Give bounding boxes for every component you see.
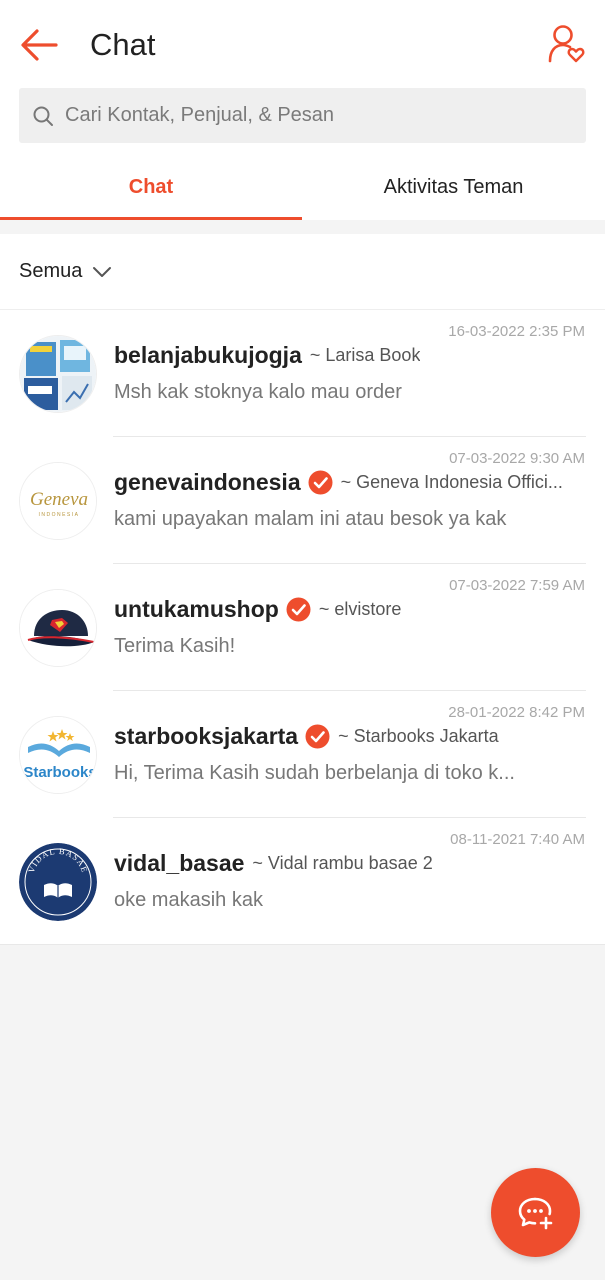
chat-name: vidal_basae (114, 850, 245, 876)
verified-badge-icon (308, 470, 333, 495)
chat-name-line: untukamushop ~ elvistore (114, 596, 586, 623)
geneva-logo-avatar: Geneva INDONESIA (19, 462, 97, 540)
book-covers-avatar (19, 335, 97, 413)
row-divider (0, 944, 605, 945)
chat-name-line: belanjabukujogja ~ Larisa Book (114, 342, 586, 369)
arrow-left-icon (21, 29, 58, 61)
chat-row-starbooksjakarta[interactable]: Starbooks 28-01-2022 8:42 PM starbooksja… (0, 691, 605, 818)
chat-name: untukamushop (114, 596, 279, 622)
chat-name: belanjabukujogja (114, 342, 302, 368)
verified-badge-icon (286, 597, 311, 622)
filter-label: Semua (19, 260, 83, 282)
search-input[interactable] (65, 104, 565, 127)
chat-name: starbooksjakarta (114, 723, 299, 749)
geneva-logo-text: Geneva (30, 489, 88, 510)
chat-row-vidal-basae[interactable]: VIDAL BASAE 08-11-2021 7:40 AM vidal_bas… (0, 818, 605, 945)
header: Chat (0, 0, 605, 88)
friends-button[interactable] (544, 22, 588, 66)
chat-screen: Chat Chat Aktivitas Teman Semua (0, 0, 605, 1280)
chat-message-preview: kami upayakan malam ini atau besok ya ka… (114, 508, 507, 530)
chat-subtitle: ~ Geneva Indonesia Offici... (340, 472, 563, 492)
chevron-down-icon (93, 266, 112, 277)
chat-message-preview: oke makasih kak (114, 889, 263, 911)
geneva-logo-subtext: INDONESIA (38, 512, 79, 518)
chat-time: 08-11-2021 7:40 AM (450, 831, 585, 848)
chat-time: 16-03-2022 2:35 PM (448, 323, 585, 340)
starbooks-logo-avatar: Starbooks (19, 716, 97, 794)
page-title: Chat (90, 27, 156, 62)
chat-subtitle: ~ Starbooks Jakarta (338, 726, 499, 746)
tab-chat[interactable]: Chat (0, 154, 302, 220)
tab-bar: Chat Aktivitas Teman (0, 154, 605, 220)
search-bar[interactable] (19, 88, 586, 143)
chat-row-belanjabukujogja[interactable]: 16-03-2022 2:35 PM belanjabukujogja ~ La… (0, 310, 605, 437)
chat-subtitle: ~ elvistore (318, 599, 402, 619)
chat-name-line: vidal_basae ~ Vidal rambu basae 2 (114, 850, 586, 877)
back-button[interactable] (18, 24, 60, 66)
chat-name: genevaindonesia (114, 469, 301, 495)
chat-time: 07-03-2022 7:59 AM (449, 577, 585, 594)
user-heart-icon (548, 25, 585, 63)
chat-row-genevaindonesia[interactable]: Geneva INDONESIA 07-03-2022 9:30 AM gene… (0, 437, 605, 564)
search-container (0, 88, 605, 154)
filter-bar: Semua (0, 234, 605, 310)
search-icon (31, 104, 55, 128)
starbooks-logo-text: Starbooks (23, 764, 96, 781)
chat-name-line: starbooksjakarta ~ Starbooks Jakarta (114, 723, 586, 750)
verified-badge-icon (305, 724, 330, 749)
chat-time: 28-01-2022 8:42 PM (448, 704, 585, 721)
vidal-basae-logo-avatar: VIDAL BASAE (19, 843, 97, 921)
tab-aktivitas-teman[interactable]: Aktivitas Teman (302, 154, 605, 220)
chat-subtitle: ~ Vidal rambu basae 2 (252, 853, 433, 873)
chat-list: 16-03-2022 2:35 PM belanjabukujogja ~ La… (0, 310, 605, 945)
new-chat-icon (518, 1197, 552, 1229)
chat-name-line: genevaindonesia ~ Geneva Indonesia Offic… (114, 469, 586, 496)
chat-message-preview: Terima Kasih! (114, 635, 236, 657)
chat-message-preview: Msh kak stoknya kalo mau order (114, 381, 402, 403)
chat-time: 07-03-2022 9:30 AM (449, 450, 585, 467)
baseball-cap-avatar (19, 589, 97, 667)
chat-subtitle: ~ Larisa Book (309, 345, 421, 365)
new-chat-button[interactable] (491, 1168, 580, 1257)
chat-message-preview: Hi, Terima Kasih sudah berbelanja di tok… (114, 762, 515, 784)
filter-dropdown[interactable]: Semua (19, 260, 112, 283)
chat-row-untukamushop[interactable]: 07-03-2022 7:59 AM untukamushop ~ elvist… (0, 564, 605, 691)
